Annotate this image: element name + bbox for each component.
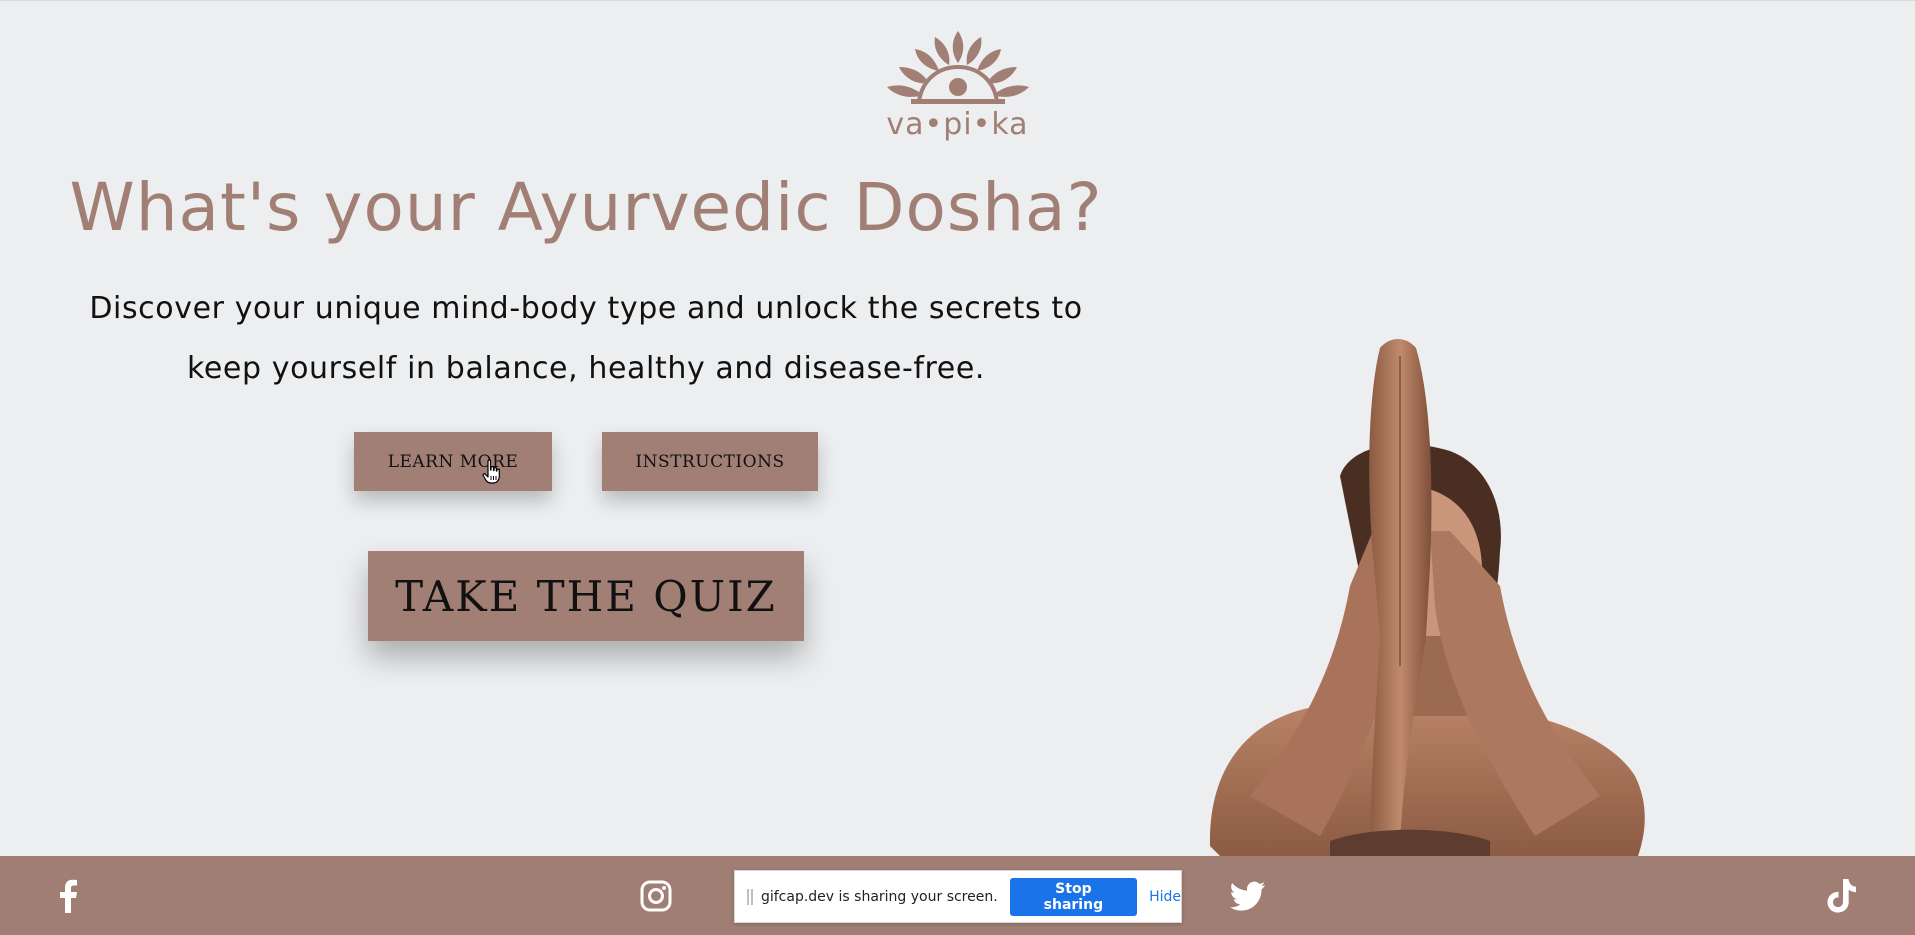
facebook-icon [60, 879, 77, 913]
vapika-logo[interactable]: va•pi•ka [880, 27, 1035, 149]
hero-subtitle-line-1: Discover your unique mind-body type and … [89, 291, 1083, 326]
tiktok-icon [1827, 879, 1856, 913]
screen-share-bar: gifcap.dev is sharing your screen. Stop … [734, 870, 1182, 923]
landing-page: va•pi•ka What's your Ayurvedic Dosha? Di… [0, 0, 1915, 935]
screen-share-message: gifcap.dev is sharing your screen. [760, 888, 998, 905]
instagram-link[interactable] [636, 876, 676, 916]
mandala-icon [886, 31, 1029, 104]
facebook-link[interactable] [48, 876, 88, 916]
yoga-woman-image [1209, 339, 1645, 856]
learn-more-button[interactable]: LEARN MORE [354, 432, 552, 491]
hide-link[interactable]: Hide [1149, 889, 1181, 905]
tiktok-link[interactable] [1822, 876, 1862, 916]
hero-subtitle: Discover your unique mind-body type and … [60, 279, 1112, 399]
stop-sharing-button[interactable]: Stop sharing [1009, 877, 1138, 916]
page-title: What's your Ayurvedic Dosha? [69, 169, 1103, 246]
twitter-icon [1230, 881, 1265, 911]
drag-handle-icon[interactable] [747, 888, 753, 905]
instagram-icon [640, 880, 672, 912]
twitter-link[interactable] [1228, 876, 1268, 916]
logo-wordmark: va•pi•ka [886, 107, 1029, 142]
instructions-button[interactable]: INSTRUCTIONS [602, 432, 818, 491]
hero-subtitle-line-2: keep yourself in balance, healthy and di… [186, 351, 986, 386]
take-quiz-button[interactable]: TAKE THE QUIZ [368, 551, 804, 641]
